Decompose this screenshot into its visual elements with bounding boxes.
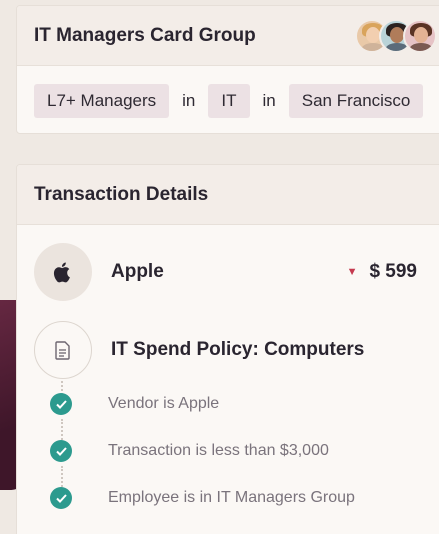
policy-rule-item: Employee is in IT Managers Group [50,487,355,509]
document-icon [34,321,92,379]
filter-connector: in [262,91,276,110]
check-icon [50,440,72,462]
policy-row[interactable]: IT Spend Policy: Computers [34,321,364,379]
card-group-panel: IT Managers Card Group L7+ Managers in I… [16,5,439,134]
policy-rule-label: Employee is in IT Managers Group [108,489,355,506]
transaction-title: Transaction Details [34,183,209,205]
card-group-title: IT Managers Card Group [34,24,256,46]
filter-chip-level[interactable]: L7+ Managers [34,84,170,118]
filter-chip-location[interactable]: San Francisco [288,84,424,118]
transaction-amount: ▼ $ 599 [347,243,417,301]
policy-rule-item: Vendor is Apple [50,393,219,415]
policy-rule-label: Vendor is Apple [108,395,220,412]
policy-title: IT Spend Policy: Computers [111,339,365,360]
check-icon [50,487,72,509]
policy-rule-item: Transaction is less than $3,000 [50,440,329,462]
member-avatars[interactable] [355,19,437,53]
filter-chip-department[interactable]: IT [208,84,250,118]
transaction-header: Transaction Details [17,165,439,225]
amount-value: $ 599 [369,261,417,282]
transaction-details-panel: Transaction Details Apple ▼ $ 599 IT Spe… [16,164,439,534]
merchant-row[interactable]: Apple ▼ $ 599 [34,243,439,301]
caret-down-icon: ▼ [346,266,358,278]
policy-rule-label: Transaction is less than $3,000 [108,442,329,459]
apple-icon [34,243,92,301]
merchant-name: Apple [111,261,164,282]
check-icon [50,393,72,415]
filter-connector: in [182,91,196,110]
avatar [403,19,437,53]
group-filters: L7+ Managers in IT in San Francisco [34,84,424,118]
